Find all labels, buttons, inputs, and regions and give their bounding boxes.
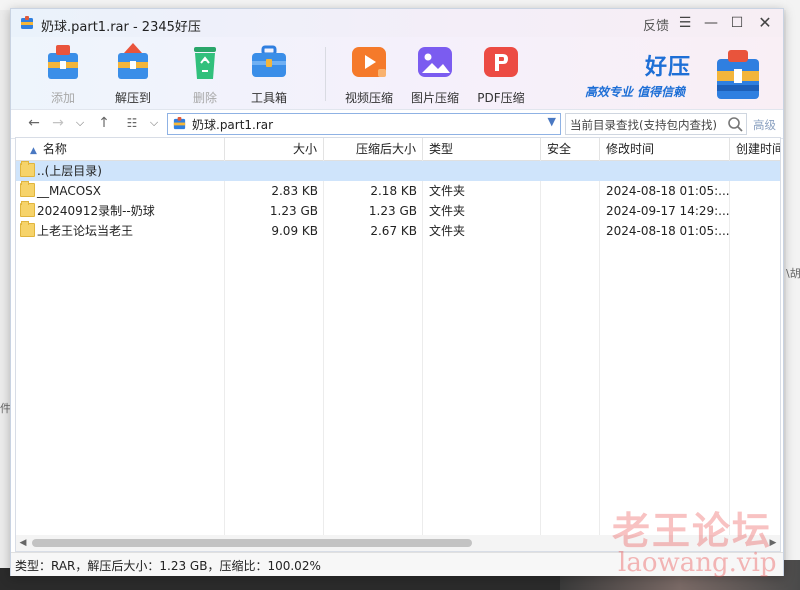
column-header-name[interactable]: ▲ 名称 bbox=[16, 138, 225, 160]
packed-size-cell: 2.67 KB bbox=[370, 224, 417, 238]
toolbar-separator bbox=[325, 47, 326, 101]
add-button[interactable]: 添加 bbox=[33, 41, 93, 106]
back-arrow-icon[interactable]: ← bbox=[25, 114, 43, 132]
recycle-delete-icon bbox=[194, 47, 216, 79]
table-row[interactable]: 20240912录制--奶球 1.23 GB 1.23 GB 文件夹 2024-… bbox=[16, 201, 780, 221]
close-button[interactable]: ✕ bbox=[755, 13, 775, 33]
video-compress-button[interactable]: 视频压缩 bbox=[339, 41, 399, 106]
history-dropdown-icon[interactable]: ⌵ bbox=[71, 114, 89, 132]
table-row[interactable]: __MACOSX 2.83 KB 2.18 KB 文件夹 2024-08-18 … bbox=[16, 181, 780, 201]
brand-name: 好压 bbox=[645, 55, 692, 80]
toolbox-label: 工具箱 bbox=[250, 91, 287, 105]
type-cell: 文件夹 bbox=[429, 184, 466, 198]
type-cell: 文件夹 bbox=[429, 224, 466, 238]
name-cell: ..(上层目录) bbox=[16, 161, 225, 181]
folder-icon bbox=[20, 221, 35, 237]
maximize-button[interactable]: ☐ bbox=[727, 13, 747, 33]
desktop-background-right bbox=[786, 0, 800, 590]
extract-to-button[interactable]: 解压到 bbox=[103, 41, 163, 106]
video-compress-label: 视频压缩 bbox=[344, 91, 393, 105]
name-cell: __MACOSX bbox=[16, 181, 225, 201]
name-cell: 20240912录制--奶球 bbox=[16, 201, 225, 221]
menu-icon[interactable]: ☰ bbox=[675, 13, 695, 33]
folder-icon bbox=[20, 181, 35, 197]
pdf-compress-icon bbox=[484, 47, 518, 77]
app-logo-icon bbox=[21, 16, 33, 29]
type-cell: 文件夹 bbox=[429, 204, 466, 218]
table-row-parent-dir[interactable]: ..(上层目录) bbox=[16, 161, 780, 181]
add-label: 添加 bbox=[50, 91, 75, 105]
toolbox-button[interactable]: 工具箱 bbox=[239, 41, 299, 106]
pdf-compress-label: PDF压缩 bbox=[477, 91, 525, 105]
watermark-url: laowang.vip bbox=[618, 548, 777, 578]
column-header-type[interactable]: 类型 bbox=[423, 138, 541, 160]
column-header-modified[interactable]: 修改时间 bbox=[600, 138, 730, 160]
packed-size-cell: 2.18 KB bbox=[370, 184, 417, 198]
table-row[interactable]: 上老王论坛当老王 9.09 KB 2.67 KB 文件夹 2024-08-18 … bbox=[16, 221, 780, 241]
brand-slogan: 高效专业 值得信赖 bbox=[585, 85, 686, 99]
column-header-created[interactable]: 创建时间 bbox=[730, 138, 780, 160]
column-header-security[interactable]: 安全 bbox=[541, 138, 600, 160]
add-archive-icon bbox=[48, 45, 78, 79]
modified-cell: 2024-09-17 14:29:... bbox=[606, 204, 730, 218]
packed-size-cell: 1.23 GB bbox=[368, 204, 417, 218]
brand-logo: 好压 高效专业 值得信赖 bbox=[585, 45, 773, 105]
path-text: 奶球.part1.rar bbox=[192, 118, 274, 132]
extract-to-label: 解压到 bbox=[114, 91, 151, 105]
name-cell: 上老王论坛当老王 bbox=[16, 221, 225, 241]
column-header-packed-size[interactable]: 压缩后大小 bbox=[324, 138, 423, 160]
sort-up-icon: ▲ bbox=[30, 146, 37, 156]
modified-cell: 2024-08-18 01:05:... bbox=[606, 224, 730, 238]
feedback-link[interactable]: 反馈 bbox=[643, 15, 669, 34]
path-dropdown-icon[interactable]: ▼ bbox=[548, 115, 556, 128]
archive-box-logo-icon bbox=[717, 50, 759, 99]
column-header-size[interactable]: 大小 bbox=[225, 138, 324, 160]
table-header: ▲ 名称 大小 压缩后大小 类型 安全 修改时间 创建时间 bbox=[16, 138, 780, 161]
archive-window: 奶球.part1.rar - 2345好压 反馈 ☰ — ☐ ✕ 添加 解压到 bbox=[10, 8, 784, 576]
status-text: 类型：RAR，解压后大小：1.23 GB，压缩比：100.02% bbox=[15, 559, 321, 573]
scrollbar-thumb[interactable] bbox=[32, 539, 472, 547]
background-text-fragment: \胡 bbox=[786, 267, 800, 280]
delete-button[interactable]: 删除 bbox=[175, 41, 235, 106]
size-cell: 1.23 GB bbox=[269, 204, 318, 218]
image-compress-button[interactable]: 图片压缩 bbox=[405, 41, 465, 106]
file-list: ▲ 名称 大小 压缩后大小 类型 安全 修改时间 创建时间 ..(上层目录) __… bbox=[15, 137, 781, 537]
size-cell: 9.09 KB bbox=[271, 224, 318, 238]
modified-cell: 2024-08-18 01:05:... bbox=[606, 184, 730, 198]
title-bar[interactable]: 奶球.part1.rar - 2345好压 反馈 ☰ — ☐ ✕ bbox=[11, 9, 783, 37]
search-input[interactable]: 当前目录查找(支持包内查找) bbox=[565, 113, 747, 135]
path-field[interactable]: 奶球.part1.rar ▼ bbox=[167, 113, 561, 135]
folder-icon bbox=[20, 201, 35, 217]
up-arrow-icon[interactable]: ↑ bbox=[95, 114, 113, 132]
search-placeholder: 当前目录查找(支持包内查找) bbox=[570, 118, 717, 132]
toolbar: 添加 解压到 删除 工具箱 视频压缩 图片压缩 PDF压缩 好压 高效专业 值得… bbox=[11, 37, 783, 109]
pdf-compress-button[interactable]: PDF压缩 bbox=[471, 41, 531, 106]
image-compress-icon bbox=[418, 47, 452, 77]
view-mode-icon[interactable]: ☷ bbox=[123, 114, 141, 132]
size-cell: 2.83 KB bbox=[271, 184, 318, 198]
search-icon[interactable] bbox=[726, 114, 744, 134]
folder-icon bbox=[20, 161, 35, 177]
toolbox-icon bbox=[252, 45, 286, 77]
scroll-left-icon[interactable]: ◀ bbox=[16, 535, 30, 551]
video-compress-icon bbox=[352, 47, 386, 77]
window-title: 奶球.part1.rar - 2345好压 bbox=[41, 20, 201, 35]
address-bar: ← → ⌵ ↑ ☷ ⌵ 奶球.part1.rar ▼ 当前目录查找(支持包内查找… bbox=[11, 109, 783, 139]
image-compress-label: 图片压缩 bbox=[410, 91, 459, 105]
archive-file-icon bbox=[173, 116, 186, 130]
advanced-search-link[interactable]: 高级 bbox=[753, 117, 776, 133]
extract-to-icon bbox=[118, 43, 148, 79]
delete-label: 删除 bbox=[192, 91, 217, 105]
watermark-text: 老王论坛 bbox=[612, 508, 773, 553]
view-mode-dropdown-icon[interactable]: ⌵ bbox=[145, 114, 163, 132]
minimize-button[interactable]: — bbox=[701, 13, 721, 33]
forward-arrow-icon[interactable]: → bbox=[49, 114, 67, 132]
